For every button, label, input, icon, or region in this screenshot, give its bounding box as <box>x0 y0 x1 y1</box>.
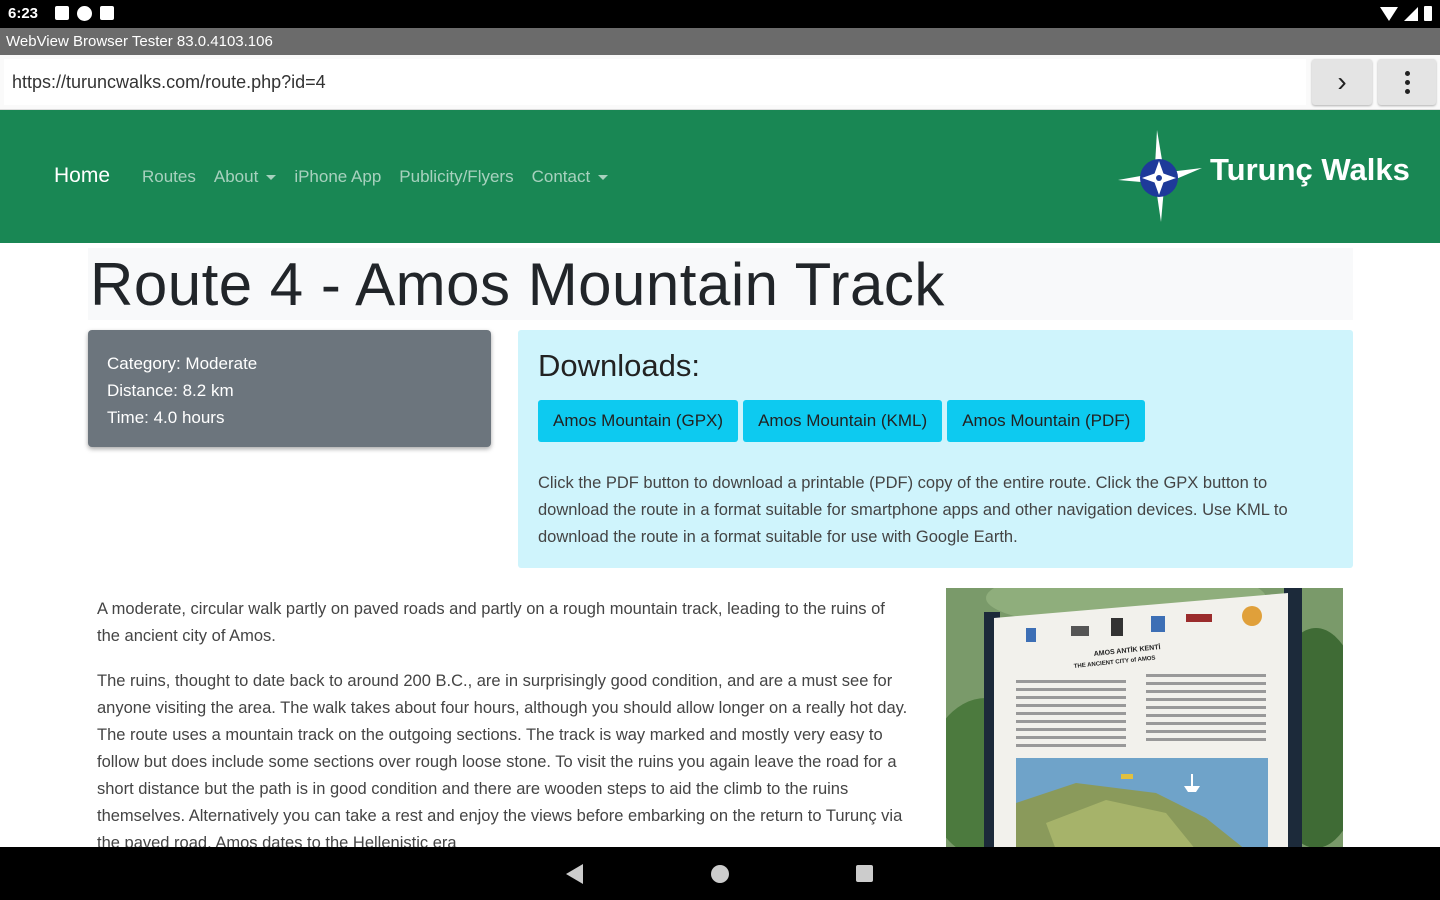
download-kml-button[interactable]: Amos Mountain (KML) <box>743 400 943 442</box>
nav-label: Routes <box>142 167 196 186</box>
nav-label: Contact <box>531 167 591 186</box>
caret-down-icon <box>266 175 277 181</box>
caret-down-icon <box>598 175 609 181</box>
url-toolbar: https://turuncwalks.com/route.php?id=4 › <box>0 55 1440 110</box>
downloads-panel: Downloads: Amos Mountain (GPX) Amos Moun… <box>518 330 1353 568</box>
notification-icon <box>55 6 69 20</box>
brand-link[interactable]: Turunç Walks <box>1114 128 1414 228</box>
title-jumbotron: Route 4 - Amos Mountain Track <box>88 248 1353 320</box>
route-distance: Distance: 8.2 km <box>107 381 234 400</box>
downloads-description: Click the PDF button to download a print… <box>538 474 1288 546</box>
nav-menu: Routes About iPhone App Publicity/Flyers… <box>142 167 609 187</box>
clock: 6:23 <box>8 5 39 22</box>
menu-dot-icon <box>1404 79 1410 85</box>
url-input[interactable]: https://turuncwalks.com/route.php?id=4 <box>4 59 1306 105</box>
page-title: Route 4 - Amos Mountain Track <box>90 251 945 318</box>
nav-label: Publicity/Flyers <box>399 167 514 186</box>
chevron-right-icon: › <box>1337 66 1347 97</box>
download-buttons: Amos Mountain (GPX) Amos Mountain (KML) … <box>538 400 1146 442</box>
nav-label: iPhone App <box>294 167 382 186</box>
nav-about-dropdown[interactable]: About <box>213 167 277 187</box>
home-icon[interactable] <box>711 865 729 883</box>
nav-routes-link[interactable]: Routes <box>142 167 196 187</box>
overflow-menu-button[interactable] <box>1378 59 1436 105</box>
nav-home-link[interactable]: Home <box>54 164 110 188</box>
downloads-heading: Downloads: <box>538 348 700 383</box>
menu-dot-icon <box>1404 70 1410 76</box>
brand-name: Turunç Walks <box>1210 152 1410 187</box>
nav-publicity-link[interactable]: Publicity/Flyers <box>399 167 513 187</box>
wifi-icon <box>1380 6 1398 21</box>
back-icon[interactable] <box>566 864 583 884</box>
route-time: Time: 4.0 hours <box>107 408 225 427</box>
signal-icon <box>1404 6 1418 21</box>
nav-contact-dropdown[interactable]: Contact <box>532 167 609 187</box>
route-info-card: Category: Moderate Distance: 8.2 km Time… <box>88 330 491 447</box>
download-pdf-button[interactable]: Amos Mountain (PDF) <box>947 400 1146 442</box>
amos-sign-photo: AMOS ANTİK KENTİ THE ANCIENT CITY of AMO… <box>946 588 1343 850</box>
go-button[interactable]: › <box>1312 59 1372 105</box>
nav-iphone-app-link[interactable]: iPhone App <box>294 167 381 187</box>
notification-icons <box>55 6 114 21</box>
description-paragraph: A moderate, circular walk partly on pave… <box>97 600 885 645</box>
download-gpx-button[interactable]: Amos Mountain (GPX) <box>538 400 739 442</box>
site-navbar: Home Routes About iPhone App Publicity/F… <box>0 110 1440 243</box>
nav-label: About <box>213 167 259 186</box>
route-description: A moderate, circular walk partly on pave… <box>97 596 912 875</box>
system-icons <box>1380 6 1432 21</box>
route-photo[interactable]: AMOS ANTİK KENTİ THE ANCIENT CITY of AMO… <box>946 588 1343 850</box>
app-title-bar: WebView Browser Tester 83.0.4103.106 <box>0 28 1440 55</box>
system-nav-bar <box>0 847 1440 900</box>
status-bar: 6:23 <box>0 0 1440 28</box>
menu-dot-icon <box>1404 88 1410 94</box>
recent-apps-icon[interactable] <box>856 865 873 882</box>
compass-logo-icon <box>1118 130 1202 222</box>
battery-icon <box>1424 6 1432 21</box>
notification-icon <box>77 6 92 21</box>
route-category: Category: Moderate <box>107 354 258 373</box>
description-paragraph: The ruins, thought to date back to aroun… <box>97 672 908 852</box>
sd-card-icon <box>100 6 114 20</box>
